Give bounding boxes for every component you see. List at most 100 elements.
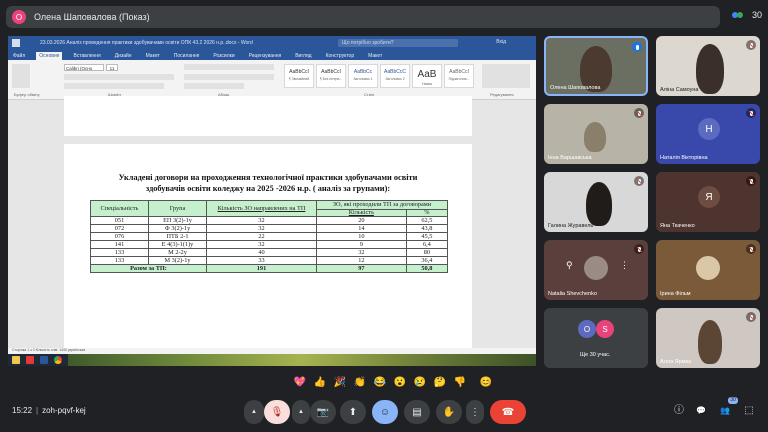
- table-row: 133 М 3(2)-1у 33 12 36,4: [90, 256, 449, 265]
- video-options-button[interactable]: ▲: [292, 400, 310, 424]
- chrome-icon[interactable]: [54, 356, 62, 364]
- ribbon-tab[interactable]: Посилання: [171, 52, 203, 60]
- audio-options-button[interactable]: ▲: [244, 400, 264, 424]
- style-normal[interactable]: AaBbCcI ¶ Звичайний: [284, 64, 314, 88]
- participant-count-badge[interactable]: 30: [731, 9, 762, 21]
- ribbon-tab[interactable]: Розсилки: [210, 52, 237, 60]
- microphone-button[interactable]: 🎙: [264, 400, 290, 424]
- document-area[interactable]: Укладені договори на проходження техноло…: [8, 96, 536, 366]
- pin-icon[interactable]: ⚲: [566, 260, 573, 271]
- participant-video: [584, 256, 608, 280]
- reaction-thumbs-down-icon[interactable]: 👎: [452, 377, 468, 388]
- style-no-spacing[interactable]: AaBbCcI ¶ Без інтерв...: [316, 64, 346, 88]
- ribbon-tab[interactable]: Макет: [143, 52, 163, 60]
- group-label: Буфер обміну: [14, 92, 40, 97]
- cell-sent: 32: [206, 224, 317, 233]
- style-name: Заголовок 2: [385, 77, 405, 81]
- cell-count: 32: [316, 248, 407, 257]
- mic-muted-icon: [746, 312, 756, 322]
- cell-sent: 40: [206, 248, 317, 257]
- leave-call-button[interactable]: ☎: [490, 400, 526, 424]
- people-panel-icon[interactable]: 👥: [718, 404, 732, 418]
- style-preview: AaBbCc: [353, 69, 373, 75]
- style-name: Назва: [422, 82, 432, 86]
- separator: |: [36, 406, 39, 415]
- style-name: ¶ Звичайний: [288, 77, 310, 81]
- cell-group: Е 4(3)-1(1)у: [148, 240, 207, 249]
- file-explorer-icon[interactable]: [12, 356, 20, 364]
- font-size-box[interactable]: 11: [106, 64, 118, 71]
- header-specialty: Спеціальність: [90, 200, 149, 217]
- meeting-controls-bar: 15:22 | zoh-pqvf-kej ▲ 🎙 ▲ 📷 ⬆ ☺ ▤ ✋ ⋮ ☎ ⓘ…: [0, 392, 768, 432]
- ribbon-tab[interactable]: Вставлення: [70, 52, 103, 60]
- more-options-icon[interactable]: ⋮: [620, 260, 629, 271]
- participant-tile[interactable]: ⚲ ⋮ Natalia Shevchenko: [544, 240, 648, 300]
- editing-buttons[interactable]: [482, 64, 530, 88]
- mic-muted-icon: [634, 108, 644, 118]
- sign-in-link[interactable]: Вхід: [496, 39, 506, 45]
- cell-group: ЕП 3(2)-1у: [148, 216, 207, 225]
- tell-me-search[interactable]: Що потрібно зробити?: [338, 39, 458, 47]
- reaction-clap-icon[interactable]: 👏: [352, 377, 368, 388]
- ribbon-tab[interactable]: Рецензування: [246, 52, 285, 60]
- captions-button[interactable]: ▤: [404, 400, 430, 424]
- chat-icon[interactable]: 💬: [694, 404, 708, 418]
- reaction-heart-icon[interactable]: 💖: [292, 377, 308, 388]
- font-name-box[interactable]: Calibri (Осно: [64, 64, 104, 71]
- paste-button[interactable]: [12, 64, 30, 88]
- participant-tile[interactable]: Ірина Фільм: [656, 240, 760, 300]
- document-page-2: Укладені договори на проходження техноло…: [64, 144, 472, 366]
- style-heading2[interactable]: AaBbCcC Заголовок 2: [380, 64, 410, 88]
- ribbon-tab[interactable]: Конструктор: [323, 52, 358, 60]
- style-name: Заголовок 1: [353, 77, 373, 81]
- participant-count: 30: [751, 10, 762, 20]
- paragraph-buttons[interactable]: [184, 64, 274, 70]
- reaction-thumbs-up-icon[interactable]: 👍: [312, 377, 328, 388]
- meeting-details-icon[interactable]: ⓘ: [672, 404, 686, 418]
- font-format-buttons[interactable]: [64, 74, 174, 80]
- camera-button[interactable]: 📷: [310, 400, 336, 424]
- document-heading-line2: здобувачів освіти коледжу на 2025 -2026 …: [145, 184, 391, 193]
- more-options-button[interactable]: ⋮: [466, 400, 484, 424]
- style-subtitle[interactable]: AaBbCcI Підзаголов...: [444, 64, 474, 88]
- font-color-buttons[interactable]: [64, 83, 164, 89]
- ribbon-tab[interactable]: Вигляд: [292, 52, 314, 60]
- participant-tile[interactable]: Я Яна Ткаченко: [656, 172, 760, 232]
- activities-icon[interactable]: ⬚: [742, 404, 756, 418]
- presenter-avatar: О: [12, 10, 26, 24]
- presenter-bar: О Олена Шаповалова (Показ): [6, 6, 720, 28]
- participant-video: [698, 320, 722, 364]
- reaction-surprised-icon[interactable]: 😮: [392, 377, 408, 388]
- emoji-button[interactable]: ☺: [372, 400, 398, 424]
- style-title[interactable]: AaB Назва: [412, 64, 442, 88]
- cell-percent: 43,8: [405, 224, 449, 233]
- participant-tile[interactable]: Н Наталія Вікторівна: [656, 104, 760, 164]
- reaction-party-icon[interactable]: 🎉: [332, 377, 348, 388]
- ribbon-tab[interactable]: Файл: [10, 52, 28, 60]
- participant-tile[interactable]: Алла Ярміш: [656, 308, 760, 368]
- reaction-thinking-icon[interactable]: 🤔: [432, 377, 448, 388]
- reaction-laugh-icon[interactable]: 😂: [372, 377, 388, 388]
- mic-muted-icon: [634, 176, 644, 186]
- alignment-buttons[interactable]: [184, 74, 274, 80]
- windows-taskbar: [8, 354, 536, 366]
- table-row: 141 Е 4(3)-1(1)у 32 9 6,4: [90, 240, 449, 249]
- raise-hand-button[interactable]: ✋: [436, 400, 462, 424]
- ribbon-tab[interactable]: Макет: [365, 52, 385, 60]
- pdf-reader-icon[interactable]: [26, 356, 34, 364]
- present-button[interactable]: ⬆: [340, 400, 366, 424]
- participant-name: Інна Варшавська: [548, 155, 592, 161]
- more-participants-tile[interactable]: О S Ще 30 учас.: [544, 308, 648, 368]
- shading-buttons[interactable]: [184, 83, 244, 89]
- participant-tile[interactable]: Аліна Самоуна: [656, 36, 760, 96]
- reaction-smile-icon[interactable]: 😊: [478, 377, 494, 388]
- participant-tile[interactable]: Галина Журавель: [544, 172, 648, 232]
- participant-tile[interactable]: Олена Шаповалова: [544, 36, 648, 96]
- style-heading1[interactable]: AaBbCc Заголовок 1: [348, 64, 378, 88]
- participant-tile[interactable]: Інна Варшавська: [544, 104, 648, 164]
- ribbon-tab-home[interactable]: Основне: [36, 52, 63, 60]
- reaction-sad-icon[interactable]: 😢: [412, 377, 428, 388]
- ribbon-tab[interactable]: Дизайн: [112, 52, 135, 60]
- word-app-icon[interactable]: [40, 356, 48, 364]
- table-row: 076 ПТБ 2-1 22 10 45,5: [90, 232, 449, 241]
